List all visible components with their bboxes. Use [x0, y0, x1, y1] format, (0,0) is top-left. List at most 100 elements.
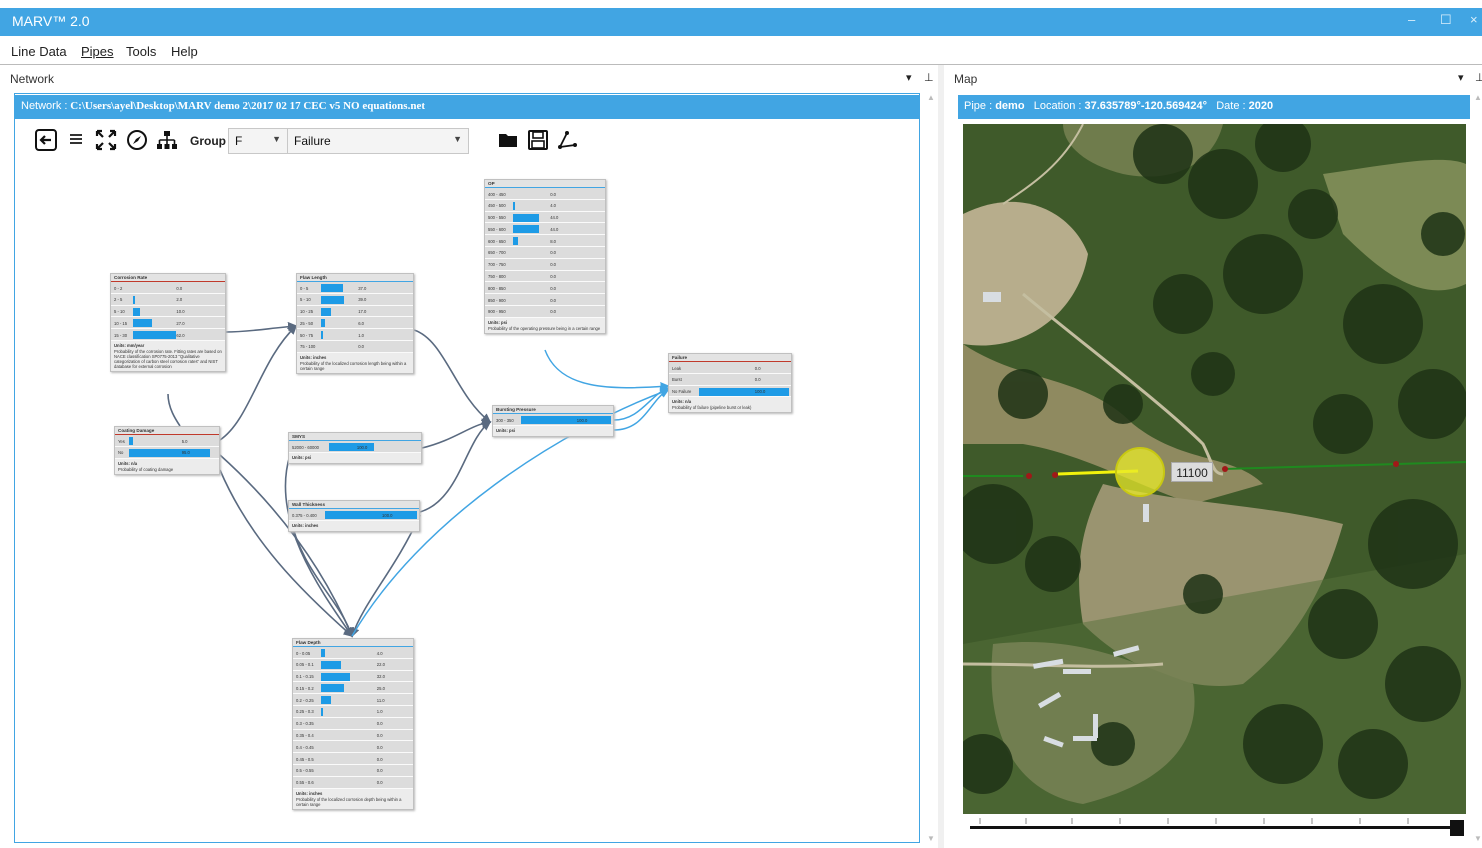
- probability-bar: [321, 660, 341, 669]
- state-row[interactable]: 450 - 500 4.0: [485, 199, 605, 212]
- node-title: Flaw Depth: [293, 639, 413, 647]
- state-row[interactable]: 25 - 50 6.0: [297, 317, 413, 330]
- state-row[interactable]: 0 - 0.05 4.0: [293, 647, 413, 659]
- node-units: Units: psi: [292, 454, 312, 460]
- probability-value: 5.0: [181, 438, 188, 444]
- state-row[interactable]: 5 - 10 10.0: [111, 305, 225, 318]
- state-row[interactable]: 0.55 - 0.6 0.0: [293, 776, 413, 789]
- probability-value: 0.0: [376, 721, 383, 727]
- scroll-down-arrow[interactable]: ▼: [927, 834, 935, 843]
- state-label: 75 - 100: [300, 344, 316, 350]
- map-scroll-down-arrow[interactable]: ▼: [1474, 834, 1482, 843]
- node-wallthickness[interactable]: Wall Thickness 0.375 - 0.400 100.0 Units: i…: [288, 500, 420, 532]
- map-scroll-up-arrow[interactable]: ▲: [1474, 93, 1482, 102]
- probability-bar: [321, 684, 344, 693]
- state-row[interactable]: 600 - 650 8.0: [485, 235, 605, 247]
- state-label: 0.4 - 0.45: [296, 744, 314, 750]
- state-row[interactable]: 0 - 2 0.0: [111, 282, 225, 294]
- state-row[interactable]: 5 - 10 39.0: [297, 293, 413, 306]
- state-row[interactable]: 500 - 550 44.0: [485, 211, 605, 224]
- state-label: Burst: [672, 377, 682, 383]
- pin-icon[interactable]: ⊥: [1475, 71, 1482, 84]
- node-description: Probability of the localized corrosion l…: [300, 360, 407, 371]
- scroll-up-arrow[interactable]: ▲: [927, 93, 935, 102]
- slider-thumb: [1450, 820, 1464, 836]
- maximize-button[interactable]: ☐: [1440, 12, 1452, 28]
- satellite-map[interactable]: [963, 124, 1466, 814]
- node-coating[interactable]: Coating Damage Yes 5.0 No 95.0 Units: n/a Prob…: [114, 426, 220, 475]
- probability-value: 0.0: [754, 377, 761, 383]
- state-row[interactable]: 0.2 - 0.25 11.0: [293, 694, 413, 706]
- probability-value: 100.0: [356, 444, 368, 450]
- state-row[interactable]: 52000 - 60000 100.0: [289, 441, 421, 453]
- node-bursting[interactable]: Bursting Pressure 300 - 350 100.0 Units: ps…: [492, 405, 614, 437]
- probability-value: 0.0: [376, 780, 383, 786]
- probability-bar: [521, 416, 611, 424]
- probability-value: 0.0: [550, 262, 557, 268]
- probability-bar: [321, 319, 325, 328]
- node-flawdepth[interactable]: Flaw Depth 0 - 0.05 4.0 0.05 - 0.1 22.0 0.1 -…: [292, 638, 414, 810]
- node-failure[interactable]: Failure Leak 0.0 Burst 0.0 No Failure 100.0 Uni…: [668, 353, 792, 414]
- state-label: 50 - 75: [300, 332, 314, 338]
- state-row[interactable]: 0 - 5 37.0: [297, 282, 413, 294]
- state-row[interactable]: 550 - 600 44.0: [485, 223, 605, 236]
- node-corrosion[interactable]: Corrosion Rate 0 - 2 0.0 2 - 5 2.0 5 - 10 10.0…: [110, 273, 226, 372]
- probability-value: 95.0: [181, 450, 190, 456]
- state-row[interactable]: 0.35 - 0.4 0.0: [293, 729, 413, 742]
- timeline-slider[interactable]: [968, 816, 1466, 838]
- edge-coating-flawlength: [219, 324, 298, 441]
- state-row[interactable]: 0.5 - 0.55 0.0: [293, 764, 413, 777]
- state-label: 300 - 350: [496, 417, 514, 423]
- state-row[interactable]: 0.4 - 0.45 0.0: [293, 741, 413, 754]
- node-smys[interactable]: SMYS 52000 - 60000 100.0 Units: psi: [288, 432, 422, 464]
- panel-dropdown-icon[interactable]: ▾: [1458, 71, 1464, 84]
- probability-value: 0.0: [550, 274, 557, 280]
- state-row[interactable]: Yes 5.0: [115, 435, 219, 447]
- state-label: 0 - 0.05: [296, 650, 311, 656]
- state-row[interactable]: 300 - 350 100.0: [493, 414, 613, 426]
- state-label: 400 - 450: [488, 191, 506, 197]
- state-row[interactable]: 0.1 - 0.15 32.0: [293, 670, 413, 683]
- state-row[interactable]: 2 - 5 2.0: [111, 293, 225, 306]
- state-row[interactable]: Burst 0.0: [669, 373, 791, 386]
- panel-splitter[interactable]: [938, 65, 944, 848]
- probability-value: 44.0: [550, 215, 559, 221]
- state-row[interactable]: 0.05 - 0.1 22.0: [293, 658, 413, 671]
- state-label: 850 - 900: [488, 297, 506, 303]
- state-row[interactable]: 0.15 - 0.2 25.0: [293, 682, 413, 695]
- probability-value: 0.0: [754, 365, 761, 371]
- state-label: 0.15 - 0.2: [296, 685, 314, 691]
- state-row[interactable]: No 95.0: [115, 446, 219, 459]
- state-row[interactable]: 0.375 - 0.400 100.0: [289, 509, 419, 521]
- edge-smys-flawdepth: [284, 454, 353, 638]
- state-row[interactable]: 750 - 800 0.0: [485, 270, 605, 283]
- close-button[interactable]: ×: [1470, 12, 1478, 27]
- minimize-button[interactable]: –: [1408, 12, 1415, 27]
- state-row[interactable]: Leak 0.0: [669, 362, 791, 374]
- state-row[interactable]: 50 - 75 1.0: [297, 329, 413, 341]
- probability-value: 2.0: [176, 297, 183, 303]
- node-title: Coating Damage: [115, 427, 219, 435]
- state-row[interactable]: 10 - 25 17.0: [297, 305, 413, 318]
- node-flawlength[interactable]: Flaw Length 0 - 5 37.0 5 - 10 39.0 10 - 25 17.…: [296, 273, 414, 374]
- probability-value: 0.0: [376, 744, 383, 750]
- state-row[interactable]: 400 - 450 0.0: [485, 188, 605, 200]
- state-row[interactable]: 650 - 700 0.0: [485, 246, 605, 259]
- state-row[interactable]: 800 - 850 0.0: [485, 282, 605, 295]
- state-row[interactable]: 10 - 15 27.0: [111, 317, 225, 330]
- state-row[interactable]: 15 - 30 62.0: [111, 329, 225, 341]
- state-row[interactable]: 0.45 - 0.5 0.0: [293, 753, 413, 765]
- state-row[interactable]: 0.3 - 0.35 0.0: [293, 717, 413, 730]
- date-value: 2020: [1248, 100, 1274, 112]
- state-row[interactable]: No Failure 100.0: [669, 385, 791, 398]
- probability-value: 0.0: [176, 285, 183, 291]
- probability-bar: [321, 672, 350, 681]
- state-row[interactable]: 700 - 750 0.0: [485, 258, 605, 271]
- state-row[interactable]: 75 - 100 0.0: [297, 340, 413, 353]
- state-row[interactable]: 850 - 900 0.0: [485, 294, 605, 306]
- node-title: Bursting Pressure: [493, 406, 613, 414]
- state-row[interactable]: 0.25 - 0.3 1.0: [293, 705, 413, 718]
- state-row[interactable]: 900 - 950 0.0: [485, 305, 605, 318]
- node-op[interactable]: OP 400 - 450 0.0 450 - 500 4.0 500 - 550 44.0 5…: [484, 179, 606, 334]
- probability-bar: [321, 284, 344, 292]
